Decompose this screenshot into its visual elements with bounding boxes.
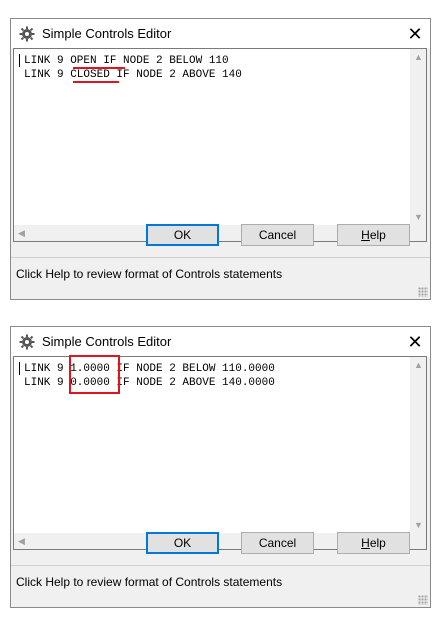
cancel-button[interactable]: Cancel <box>241 224 314 246</box>
text-caret <box>19 54 20 67</box>
vertical-scrollbar[interactable]: ▲ ▼ <box>410 357 426 533</box>
control-line: LINK 9 1.0000 IF NODE 2 BELOW 110.0000 <box>24 363 275 375</box>
ok-button[interactable]: OK <box>146 224 219 246</box>
help-button[interactable]: Help <box>337 532 410 554</box>
resize-grip-icon[interactable] <box>418 287 428 297</box>
controls-editor-dialog-1: Simple Controls Editor ✕ LINK 9 OPEN IF … <box>10 18 431 300</box>
controls-text-editor[interactable]: LINK 9 OPEN IF NODE 2 BELOW 110 LINK 9 CL… <box>13 48 427 242</box>
control-line: LINK 9 CLOSED IF NODE 2 ABOVE 140 <box>24 69 242 81</box>
title-bar: Simple Controls Editor ✕ <box>11 19 430 49</box>
scroll-left-icon[interactable]: ◀ <box>18 229 25 238</box>
text-caret <box>19 362 20 375</box>
ok-button[interactable]: OK <box>146 532 219 554</box>
scrollbar-corner <box>410 225 426 241</box>
close-button[interactable]: ✕ <box>400 19 430 49</box>
vertical-scrollbar[interactable]: ▲ ▼ <box>410 49 426 225</box>
help-label-rest: elp <box>369 228 386 242</box>
controls-text-editor[interactable]: LINK 9 1.0000 IF NODE 2 BELOW 110.0000 LI… <box>13 355 427 550</box>
scroll-left-icon[interactable]: ◀ <box>18 537 25 546</box>
scroll-down-icon[interactable]: ▼ <box>414 521 423 530</box>
control-line: LINK 9 OPEN IF NODE 2 BELOW 110 <box>24 55 229 67</box>
scroll-up-icon[interactable]: ▲ <box>414 53 423 62</box>
highlight-underline-closed <box>73 81 119 83</box>
scroll-up-icon[interactable]: ▲ <box>414 361 423 370</box>
help-mnemonic: H <box>361 228 370 242</box>
help-label-rest: elp <box>369 536 386 550</box>
window-title: Simple Controls Editor <box>42 26 172 41</box>
controls-text[interactable]: LINK 9 1.0000 IF NODE 2 BELOW 110.0000 LI… <box>24 362 275 390</box>
controls-editor-dialog-2: Simple Controls Editor ✕ LINK 9 1.0000 I… <box>10 326 431 608</box>
window-title: Simple Controls Editor <box>42 334 172 349</box>
gear-icon <box>19 334 35 350</box>
scroll-down-icon[interactable]: ▼ <box>414 213 423 222</box>
close-button[interactable]: ✕ <box>400 327 430 357</box>
scrollbar-corner <box>410 533 426 549</box>
divider <box>11 257 430 258</box>
controls-text[interactable]: LINK 9 OPEN IF NODE 2 BELOW 110 LINK 9 CL… <box>24 54 242 82</box>
divider <box>11 565 430 566</box>
help-button[interactable]: Help <box>337 224 410 246</box>
status-text: Click Help to review format of Controls … <box>16 575 283 589</box>
control-line: LINK 9 0.0000 IF NODE 2 ABOVE 140.0000 <box>24 377 275 389</box>
cancel-button[interactable]: Cancel <box>241 532 314 554</box>
status-text: Click Help to review format of Controls … <box>16 267 283 281</box>
gear-icon <box>19 26 35 42</box>
highlight-box-values <box>69 355 120 394</box>
title-bar: Simple Controls Editor ✕ <box>11 327 430 357</box>
highlight-underline-open <box>73 67 125 69</box>
help-mnemonic: H <box>361 536 370 550</box>
resize-grip-icon[interactable] <box>418 595 428 605</box>
